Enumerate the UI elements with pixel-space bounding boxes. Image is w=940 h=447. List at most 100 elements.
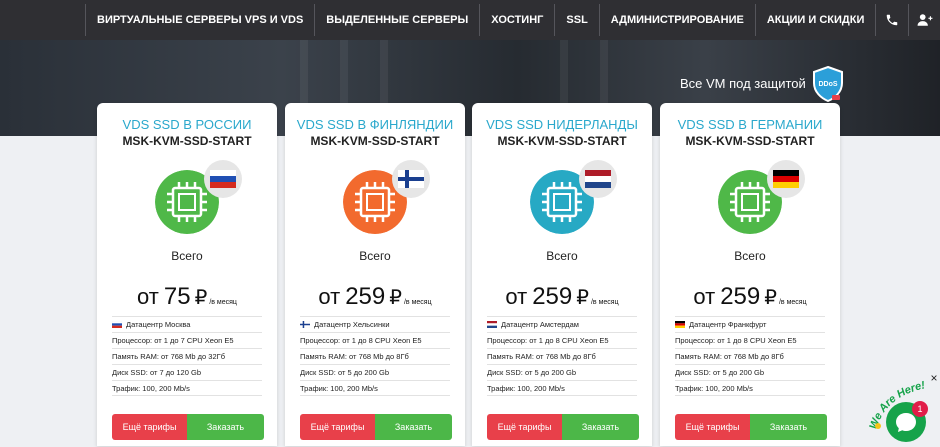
card-plan-name: MSK-KVM-SSD-START [497,134,627,148]
more-tariffs-button[interactable]: Ещё тарифы [112,414,187,440]
card-price: от 259 ₽ /в месяц [472,283,652,311]
card-title: VDS SSD В ГЕРМАНИИ [677,117,823,132]
hero-text: Все VM под защитой [680,76,806,91]
price-period: /в месяц [209,299,237,306]
spec-list: Датацентр Франкфурт Процессор: от 1 до 8… [675,316,825,396]
spec-list: Датацентр Москва Процессор: от 1 до 7 CP… [112,316,262,396]
flag-badge [204,160,242,198]
order-button[interactable]: Заказать [375,414,452,440]
top-navbar: ВИРТУАЛЬНЫЕ СЕРВЕРЫ VPS И VDS ВЫДЕЛЕННЫЕ… [0,0,940,40]
price-currency: ₽ [576,287,589,309]
order-button[interactable]: Заказать [187,414,264,440]
price-from: от [505,284,528,309]
chat-unread-badge: 1 [912,401,928,417]
more-tariffs-button[interactable]: Ещё тарифы [487,414,562,440]
flag-badge [392,160,430,198]
card-plan-name: MSK-KVM-SSD-START [122,134,252,148]
spec-traffic: Трафик: 100, 200 Mb/s [675,380,825,396]
finland-flag-icon [300,321,310,328]
more-tariffs-button[interactable]: Ещё тарифы [300,414,375,440]
spec-disk: Диск SSD: от 5 до 200 Gb [675,364,825,380]
plan-card-netherlands: VDS SSD НИДЕРЛАНДЫ MSK-KVM-SSD-START Все… [472,103,652,446]
plan-card-finland: VDS SSD В ФИНЛЯНДИИ MSK-KVM-SSD-START Вс… [285,103,465,446]
germany-flag-icon [675,321,685,328]
main-nav: ВИРТУАЛЬНЫЕ СЕРВЕРЫ VPS И VDS ВЫДЕЛЕННЫЕ… [85,4,940,36]
phone-button[interactable] [875,4,908,36]
card-plan-name: MSK-KVM-SSD-START [685,134,815,148]
price-from: от [137,284,159,309]
price-value: 259 [532,283,573,310]
nav-admin[interactable]: АДМИНИСТРИРОВАНИЕ [598,4,755,36]
plan-card-russia: VDS SSD В РОССИИ MSK-KVM-SSD-START Всего… [97,103,277,446]
spec-ram: Память RAM: от 768 Mb до 8Гб [675,348,825,364]
price-currency: ₽ [764,287,777,309]
spec-datacenter: Датацентр Амстердам [487,316,637,332]
order-button[interactable]: Заказать [562,414,639,440]
spec-list: Датацентр Амстердам Процессор: от 1 до 8… [487,316,637,396]
spec-text: Датацентр Москва [126,320,191,329]
netherlands-flag-icon [585,170,611,188]
price-period: /в месяц [590,299,619,306]
card-total-label: Всего [734,249,766,263]
nav-ssl[interactable]: SSL [554,4,598,36]
spec-datacenter: Датацентр Хельсинки [300,316,450,332]
phone-icon [887,14,898,26]
register-button[interactable] [908,4,940,36]
russia-flag-icon [112,321,122,328]
spec-disk: Диск SSD: от 5 до 200 Gb [300,364,450,380]
card-title: VDS SSD В ФИНЛЯНДИИ [296,117,454,132]
price-period: /в месяц [778,299,807,306]
price-value: 259 [345,283,386,310]
price-from: от [318,284,341,309]
spec-traffic: Трафик: 100, 200 Mb/s [487,380,637,396]
card-title: VDS SSD В РОССИИ [122,117,252,132]
nav-hosting[interactable]: ХОСТИНГ [479,4,554,36]
spec-ram: Память RAM: от 768 Mb до 8Гб [487,348,637,364]
card-total-label: Всего [359,249,391,263]
netherlands-flag-icon [487,321,497,328]
flag-badge [579,160,617,198]
ddos-shield-icon: DDoS [813,66,843,102]
spec-disk: Диск SSD: от 7 до 120 Gb [112,364,262,380]
spec-ram: Память RAM: от 768 Mb до 8Гб [300,348,450,364]
ddos-badge-text: DDoS [818,81,837,88]
spec-cpu: Процессор: от 1 до 8 CPU Xeon E5 [487,332,637,348]
card-plan-name: MSK-KVM-SSD-START [310,134,440,148]
nav-vps[interactable]: ВИРТУАЛЬНЫЕ СЕРВЕРЫ VPS И VDS [85,4,314,36]
card-price: от 75 ₽ /в месяц [97,283,277,311]
nav-promo[interactable]: АКЦИИ И СКИДКИ [754,4,876,36]
add-user-icon [917,14,933,26]
card-price: от 259 ₽ /в месяц [285,283,465,311]
card-price: от 259 ₽ /в месяц [660,283,840,311]
order-button[interactable]: Заказать [750,414,827,440]
plan-card-germany: VDS SSD В ГЕРМАНИИ MSK-KVM-SSD-START Все… [660,103,840,446]
germany-flag-icon [773,170,799,188]
flag-badge [767,160,805,198]
price-period: /в месяц [403,299,432,306]
price-value: 75 [163,283,191,310]
spec-ram: Память RAM: от 768 Mb до 32Гб [112,348,262,364]
russia-flag-icon [210,170,236,188]
finland-flag-icon [398,170,424,188]
card-total-label: Всего [546,249,578,263]
spec-text: Датацентр Амстердам [501,320,579,329]
spec-list: Датацентр Хельсинки Процессор: от 1 до 8… [300,316,450,396]
price-currency: ₽ [194,287,208,309]
spec-text: Датацентр Франкфурт [689,320,767,329]
spec-traffic: Трафик: 100, 200 Mb/s [112,380,262,396]
price-from: от [693,284,716,309]
more-tariffs-button[interactable]: Ещё тарифы [675,414,750,440]
spec-traffic: Трафик: 100, 200 Mb/s [300,380,450,396]
spec-text: Датацентр Хельсинки [314,320,390,329]
spec-cpu: Процессор: от 1 до 8 CPU Xeon E5 [675,332,825,348]
price-value: 259 [720,283,761,310]
spec-cpu: Процессор: от 1 до 8 CPU Xeon E5 [300,332,450,348]
card-total-label: Всего [171,249,203,263]
card-title: VDS SSD НИДЕРЛАНДЫ [486,117,638,132]
spec-datacenter: Датацентр Москва [112,316,262,332]
spec-disk: Диск SSD: от 5 до 200 Gb [487,364,637,380]
spec-cpu: Процессор: от 1 до 7 CPU Xeon E5 [112,332,262,348]
spec-datacenter: Датацентр Франкфурт [675,316,825,332]
nav-dedicated[interactable]: ВЫДЕЛЕННЫЕ СЕРВЕРЫ [314,4,479,36]
price-currency: ₽ [389,287,402,309]
